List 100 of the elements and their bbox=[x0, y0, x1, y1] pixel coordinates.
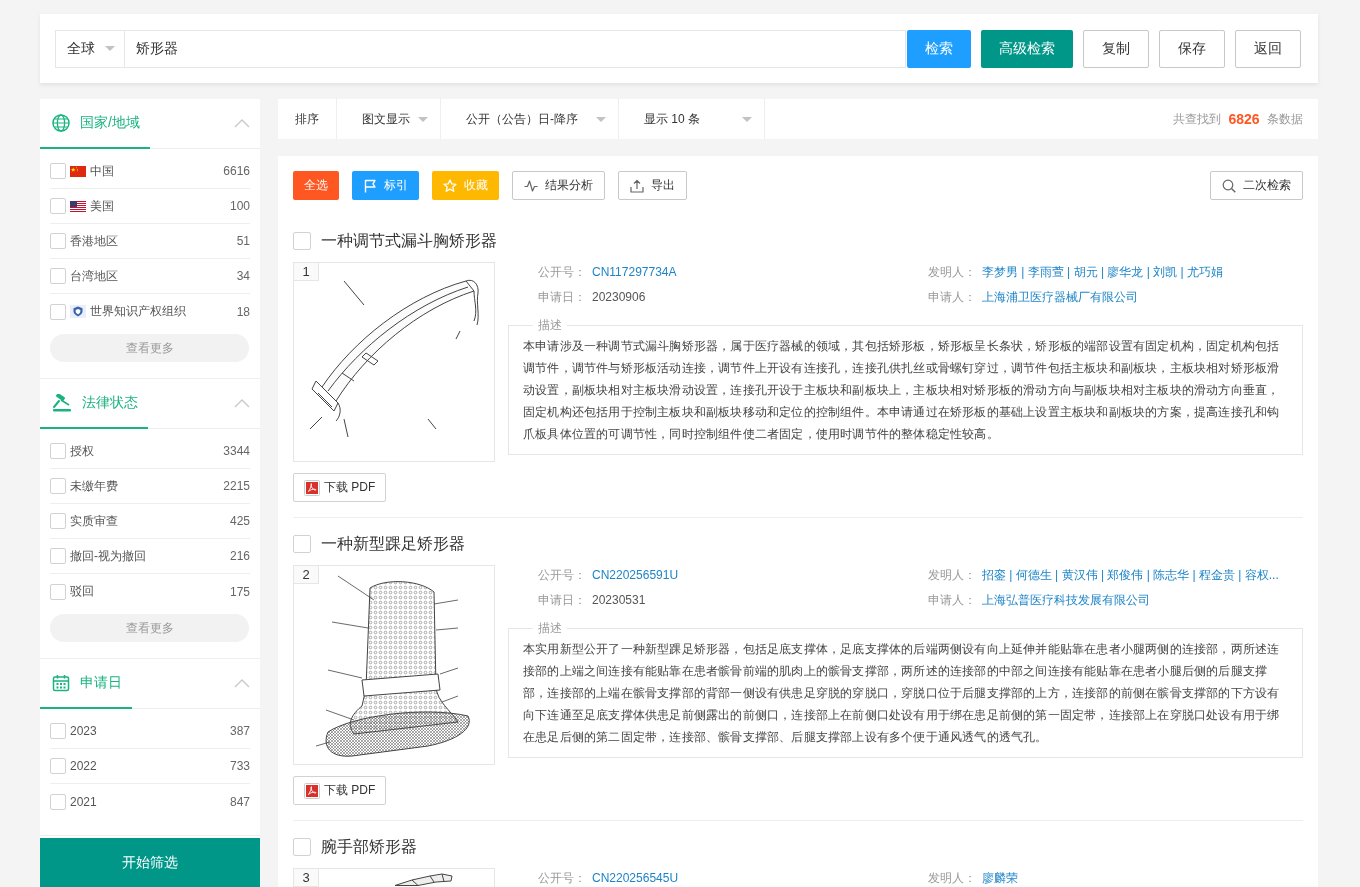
field-label: 申请人： bbox=[928, 592, 976, 608]
filter-option-label: 未缴年费 bbox=[70, 477, 118, 495]
filter-option-count: 6616 bbox=[223, 164, 250, 178]
filter-option-count: 425 bbox=[229, 514, 250, 528]
filter-option-label: 撤回-视为撤回 bbox=[70, 547, 146, 565]
apply-filter-button[interactable]: 开始筛选 bbox=[40, 838, 260, 887]
field-link[interactable]: CN220256545U bbox=[592, 870, 679, 886]
result-title[interactable]: 一种调节式漏斗胸矫形器 bbox=[321, 230, 497, 252]
filter-option-count: 18 bbox=[236, 304, 250, 319]
scope-dropdown[interactable]: 全球 bbox=[55, 29, 125, 68]
filter-option-label: 香港地区 bbox=[70, 232, 118, 250]
result-action-button[interactable]: 结果分析 bbox=[512, 171, 605, 200]
filter-option-label: 台湾地区 bbox=[70, 267, 118, 285]
result-title[interactable]: 一种新型踝足矫形器 bbox=[321, 533, 465, 555]
filter-option-count: 175 bbox=[229, 584, 250, 599]
result-number: 2 bbox=[294, 566, 319, 584]
globe-icon bbox=[52, 114, 70, 132]
shield-icon bbox=[70, 305, 86, 318]
field-label: 公开号： bbox=[538, 264, 586, 280]
field-link[interactable]: 李梦男 | 李雨萱 | 胡元 | 廖华龙 | 刘凯 | 尤巧娟 bbox=[982, 264, 1223, 280]
result-action-button[interactable]: 标引 bbox=[352, 171, 419, 200]
filter-option-label: 2022 bbox=[70, 759, 97, 773]
checkbox[interactable] bbox=[50, 303, 66, 320]
chevron-up-icon[interactable] bbox=[234, 399, 250, 408]
calendar-icon bbox=[52, 674, 70, 692]
field-label: 发明人： bbox=[928, 567, 976, 583]
checkbox[interactable] bbox=[50, 583, 66, 600]
field-link[interactable]: 上海浦卫医疗器械厂有限公司 bbox=[982, 289, 1138, 305]
search-action-button[interactable]: 高级检索 bbox=[981, 29, 1073, 68]
checkbox[interactable] bbox=[50, 478, 66, 494]
caret-down-icon bbox=[418, 116, 428, 122]
filter-option-label: 世界知识产权组织 bbox=[90, 303, 186, 320]
result-action-button[interactable]: 全选 bbox=[293, 171, 339, 200]
filter-option-label: 美国 bbox=[90, 197, 114, 215]
description-text: 本实用新型公开了一种新型踝足矫形器，包括足底支撑体，足底支撑体的后端两侧设有向上延伸并能贴靠在患者小腿两侧的连接部，两所述连接部的上端之间连接有能贴靠在患者髌骨前端的肌肉上的髌骨支撑部，两所述的连接部的中部之间连接有能贴靠在患者小腿后侧的后腿支撑部，连接部的上端在髌骨支撑部的背部一侧设有供患足穿脱的穿脱口，穿脱口位于后腿支撑部的上方，连接部的前侧在髌骨支撑部的下方设有向下连通至足底支撑体供患足前侧露出的前侧口，连接部上在前侧口处设有用于绑在患足前侧的第一固定带，连接部上在穿脱口处设有用于绑在患足后侧的第二固定带，连接部、髌骨支撑部、后腿支撑部上设有多个便于通风透气的透气孔。 bbox=[523, 641, 1281, 746]
checkbox[interactable] bbox=[50, 548, 66, 564]
pdf-icon bbox=[304, 782, 320, 799]
download-pdf-button[interactable]: 下载 PDF bbox=[293, 776, 387, 805]
caret-down-icon bbox=[742, 116, 752, 122]
checkbox[interactable] bbox=[293, 535, 311, 553]
china-flag-icon bbox=[70, 165, 86, 177]
search-input[interactable]: 矫形器 bbox=[125, 29, 906, 68]
filter-option-count: 3344 bbox=[223, 444, 250, 458]
result-title[interactable]: 腕手部矫形器 bbox=[321, 836, 417, 858]
chevron-up-icon[interactable] bbox=[234, 679, 250, 688]
filter-option-count: 100 bbox=[229, 199, 250, 213]
filter-option-label: 中国 bbox=[90, 162, 114, 180]
search-action-button[interactable]: 返回 bbox=[1235, 29, 1301, 68]
search-action-button[interactable]: 检索 bbox=[907, 29, 971, 68]
field-label: 申请日： bbox=[538, 289, 586, 305]
pulse-icon bbox=[524, 178, 538, 193]
result-action-button[interactable]: 二次检索 bbox=[1210, 171, 1303, 200]
checkbox[interactable] bbox=[293, 232, 311, 250]
field-link[interactable]: CN117297734A bbox=[592, 264, 677, 280]
checkbox[interactable] bbox=[50, 793, 66, 810]
search-icon bbox=[1222, 178, 1236, 193]
caret-down-icon bbox=[105, 46, 115, 51]
show-more-button[interactable]: 查看更多 bbox=[50, 614, 249, 642]
search-action-button[interactable]: 复制 bbox=[1083, 29, 1149, 68]
field-label: 公开号： bbox=[538, 567, 586, 583]
result-number: 3 bbox=[294, 869, 319, 887]
field-label: 公开号： bbox=[538, 870, 586, 886]
field-label: 发明人： bbox=[928, 264, 976, 280]
field-label: 申请人： bbox=[928, 289, 976, 305]
checkbox[interactable] bbox=[50, 198, 66, 214]
field-link[interactable]: 廖麟荣 bbox=[982, 870, 1018, 886]
filter-option-count: 2215 bbox=[223, 479, 250, 493]
download-pdf-button[interactable]: 下载 PDF bbox=[293, 473, 387, 502]
flag-icon bbox=[363, 178, 377, 193]
gavel-icon bbox=[52, 394, 72, 412]
checkbox[interactable] bbox=[50, 723, 66, 739]
chevron-up-icon[interactable] bbox=[234, 119, 250, 128]
filter-option-count: 34 bbox=[236, 269, 250, 283]
checkbox[interactable] bbox=[50, 163, 66, 179]
search-action-button[interactable]: 保存 bbox=[1159, 29, 1225, 68]
filter-option-label: 驳回 bbox=[70, 583, 94, 600]
filter-option-label: 2023 bbox=[70, 724, 97, 738]
field-link[interactable]: CN220256591U bbox=[592, 567, 679, 583]
pdf-icon bbox=[304, 479, 320, 496]
field-link[interactable]: 招銮 | 何德生 | 黄汉伟 | 郑俊伟 | 陈志华 | 程金贵 | 容权... bbox=[982, 567, 1279, 583]
result-action-button[interactable]: 导出 bbox=[618, 171, 687, 200]
field-label: 申请日： bbox=[538, 592, 586, 608]
filter-option-count: 216 bbox=[229, 549, 250, 563]
field-value: 20230531 bbox=[592, 592, 646, 608]
filter-option-count: 51 bbox=[236, 234, 250, 248]
description-legend: 描述 bbox=[533, 619, 567, 637]
description-legend: 描述 bbox=[533, 316, 567, 334]
checkbox[interactable] bbox=[50, 268, 66, 284]
upload-icon bbox=[630, 178, 644, 193]
checkbox[interactable] bbox=[293, 838, 311, 856]
checkbox[interactable] bbox=[50, 758, 66, 774]
checkbox[interactable] bbox=[50, 513, 66, 529]
filter-option-label: 2021 bbox=[70, 794, 97, 809]
checkbox[interactable] bbox=[50, 443, 66, 459]
filter-option-label: 实质审查 bbox=[70, 512, 118, 530]
filter-option-count: 387 bbox=[229, 724, 250, 738]
field-link[interactable]: 上海弘普医疗科技发展有限公司 bbox=[982, 592, 1150, 608]
show-more-button[interactable]: 查看更多 bbox=[50, 334, 249, 362]
checkbox[interactable] bbox=[50, 233, 66, 249]
description-text: 本申请涉及一种调节式漏斗胸矫形器，属于医疗器械的领域，其包括矫形板，矫形板呈长条状，矫形板的端部设置有固定机构，固定机构包括调节件，调节件与矫形板活动连接，调节件上开设有连接孔，连接孔供扎丝或骨螺钉穿过，调节件包括主板块和副板块，主板块相对矫形板滑动设置，副板块相对主板块滑动设置，连接孔开设于主板块和副板块上，主板块相对矫形板的滑动方向与副板块相对主板块的滑动方向垂直，固定机构还包括用于控制主板块和副板块移动和定位的控制组件。本申请通过在矫形板的基础上设置主板块和副板块的方案，提高连接孔和钩爪板具体位置的可调节性，同时控制组件使二者固定，使用时调节件的整体稳定性较高。 bbox=[523, 338, 1281, 443]
